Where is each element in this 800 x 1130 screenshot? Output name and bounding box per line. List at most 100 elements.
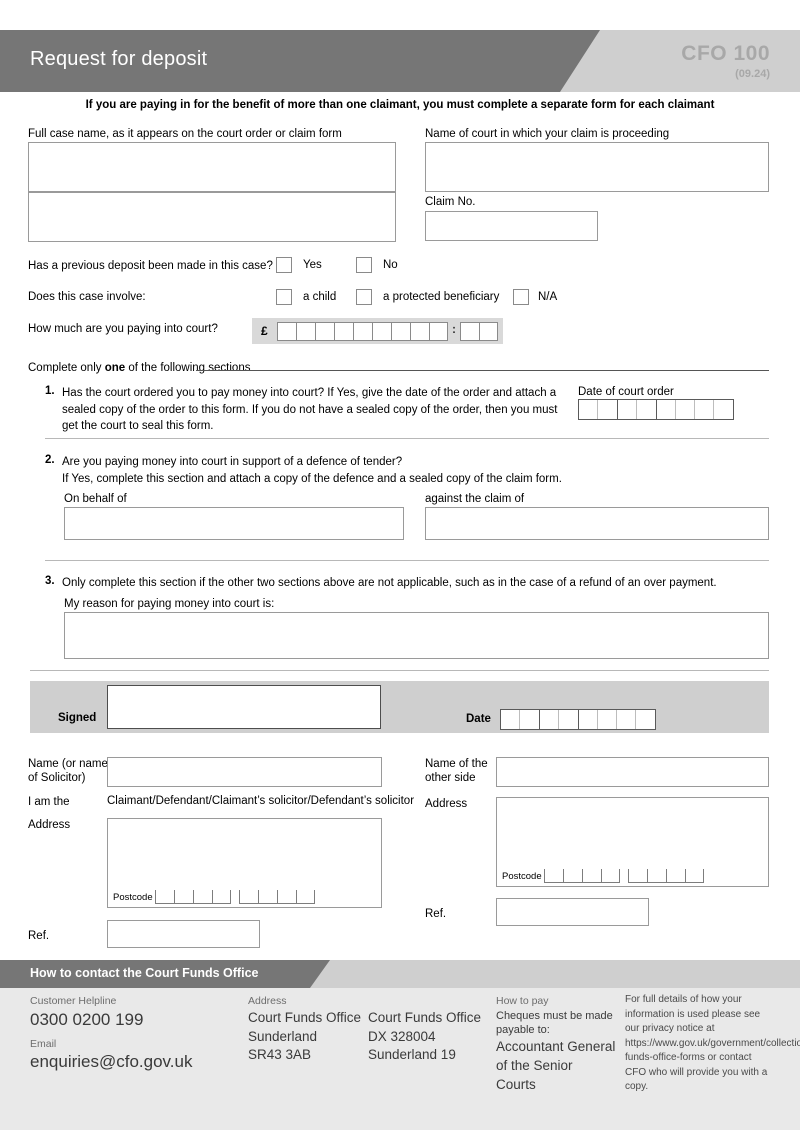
input-applicant-name[interactable]: [107, 757, 382, 787]
section-divider-2: [45, 560, 769, 561]
amount-pound-cell[interactable]: [372, 322, 391, 341]
sig-date-day-group[interactable]: [500, 709, 540, 730]
input-against-claim-of[interactable]: [425, 507, 769, 540]
postcode-inward-group[interactable]: [239, 890, 315, 904]
input-amount-pounds[interactable]: [277, 322, 448, 341]
date-cell[interactable]: [618, 400, 637, 419]
amount-pound-cell[interactable]: [315, 322, 334, 341]
input-date-of-court-order[interactable]: [578, 399, 734, 420]
address-line-2: Sunderland: [248, 1028, 318, 1044]
date-cell[interactable]: [676, 400, 695, 419]
how-to-pay-line-1: Cheques must be made: [496, 1009, 613, 1022]
input-signature[interactable]: [107, 685, 381, 729]
sections-heading-post: of the following sections: [125, 362, 251, 374]
date-month-group[interactable]: [618, 399, 657, 420]
date-cell[interactable]: [714, 400, 733, 419]
label-other-side-ref: Ref.: [425, 908, 447, 920]
label-against-claim-of: against the claim of: [425, 493, 525, 505]
amount-pence-cell[interactable]: [479, 322, 498, 341]
input-applicant-postcode[interactable]: [155, 890, 315, 904]
postcode-outward-group[interactable]: [544, 869, 620, 883]
date-cell[interactable]: [598, 710, 617, 729]
postcode-cell[interactable]: [647, 869, 666, 883]
input-claim-no[interactable]: [425, 211, 598, 241]
postcode-cell[interactable]: [155, 890, 174, 904]
value-email: enquiries@cfo.gov.uk: [30, 1052, 193, 1072]
header-notice: If you are paying in for the benefit of …: [85, 99, 715, 111]
section-1-line2: the order to this form. If you do not ha…: [62, 403, 558, 433]
label-applicant-postcode: Postcode: [113, 892, 153, 903]
value-customer-helpline: 0300 0200 199: [30, 1009, 144, 1029]
postcode-cell[interactable]: [628, 869, 647, 883]
amount-pound-cell[interactable]: [334, 322, 353, 341]
how-to-pay-line-2: payable to:: [496, 1024, 550, 1037]
input-amount-pence[interactable]: [460, 322, 498, 341]
postcode-cell[interactable]: [666, 869, 685, 883]
input-full-case-name-1[interactable]: [28, 142, 396, 192]
date-cell[interactable]: [637, 400, 656, 419]
sections-heading-bold: one: [104, 362, 126, 374]
date-cell[interactable]: [636, 710, 655, 729]
label-case-involve: Does this case involve:: [28, 291, 146, 303]
postcode-cell[interactable]: [239, 890, 258, 904]
checkbox-protected-beneficiary[interactable]: [356, 289, 372, 305]
amount-pound-cell[interactable]: [353, 322, 372, 341]
amount-pound-cell[interactable]: [277, 322, 296, 341]
postcode-cell[interactable]: [601, 869, 620, 883]
section-3-number: 3.: [45, 575, 55, 587]
postcode-cell[interactable]: [296, 890, 315, 904]
date-day-group[interactable]: [578, 399, 618, 420]
postcode-cell[interactable]: [174, 890, 193, 904]
checkbox-previous-deposit-no[interactable]: [356, 257, 372, 273]
date-cell[interactable]: [579, 710, 598, 729]
page-title: Request for deposit: [30, 48, 208, 70]
postcode-cell[interactable]: [193, 890, 212, 904]
date-cell[interactable]: [598, 400, 617, 419]
input-other-side-postcode[interactable]: [544, 869, 704, 883]
amount-pence-cell[interactable]: [460, 322, 479, 341]
date-cell[interactable]: [501, 710, 520, 729]
date-cell[interactable]: [520, 710, 539, 729]
input-full-case-name-2[interactable]: [28, 192, 396, 242]
postcode-outward-group[interactable]: [155, 890, 231, 904]
checkbox-na[interactable]: [513, 289, 529, 305]
input-applicant-ref[interactable]: [107, 920, 260, 948]
input-signature-date[interactable]: [500, 709, 656, 730]
postcode-cell[interactable]: [685, 869, 704, 883]
checkbox-a-child[interactable]: [276, 289, 292, 305]
postcode-cell[interactable]: [212, 890, 231, 904]
sig-date-month-group[interactable]: [540, 709, 579, 730]
sig-date-year-group[interactable]: [579, 709, 656, 730]
label-other-side-name-line1: Name of the: [425, 758, 488, 770]
postcode-inward-group[interactable]: [628, 869, 704, 883]
label-full-case-name: Full case name, as it appears on the cou…: [28, 128, 342, 140]
postcode-cell[interactable]: [277, 890, 296, 904]
input-other-side-ref[interactable]: [496, 898, 649, 926]
input-reason[interactable]: [64, 612, 769, 659]
label-other-side-name: Name of the other side: [425, 757, 488, 786]
amount-pound-cell[interactable]: [391, 322, 410, 341]
date-cell[interactable]: [657, 400, 676, 419]
input-other-side-name[interactable]: [496, 757, 769, 787]
date-cell[interactable]: [559, 710, 578, 729]
checkbox-previous-deposit-yes[interactable]: [276, 257, 292, 273]
date-cell[interactable]: [579, 400, 598, 419]
sections-heading-pre: Complete only: [28, 362, 105, 374]
payee-line-1: Accountant General: [496, 1039, 616, 1055]
amount-pound-cell[interactable]: [296, 322, 315, 341]
date-cell[interactable]: [540, 710, 559, 729]
date-year-group[interactable]: [657, 399, 734, 420]
dx-line-3: Sunderland 19: [368, 1047, 456, 1063]
postcode-cell[interactable]: [544, 869, 563, 883]
input-on-behalf-of[interactable]: [64, 507, 404, 540]
label-no: No: [383, 259, 398, 271]
postcode-cell[interactable]: [258, 890, 277, 904]
amount-pound-cell[interactable]: [429, 322, 448, 341]
date-cell[interactable]: [695, 400, 714, 419]
section-1-number: 1.: [45, 385, 55, 397]
postcode-cell[interactable]: [563, 869, 582, 883]
input-court-name[interactable]: [425, 142, 769, 192]
amount-pound-cell[interactable]: [410, 322, 429, 341]
date-cell[interactable]: [617, 710, 636, 729]
postcode-cell[interactable]: [582, 869, 601, 883]
